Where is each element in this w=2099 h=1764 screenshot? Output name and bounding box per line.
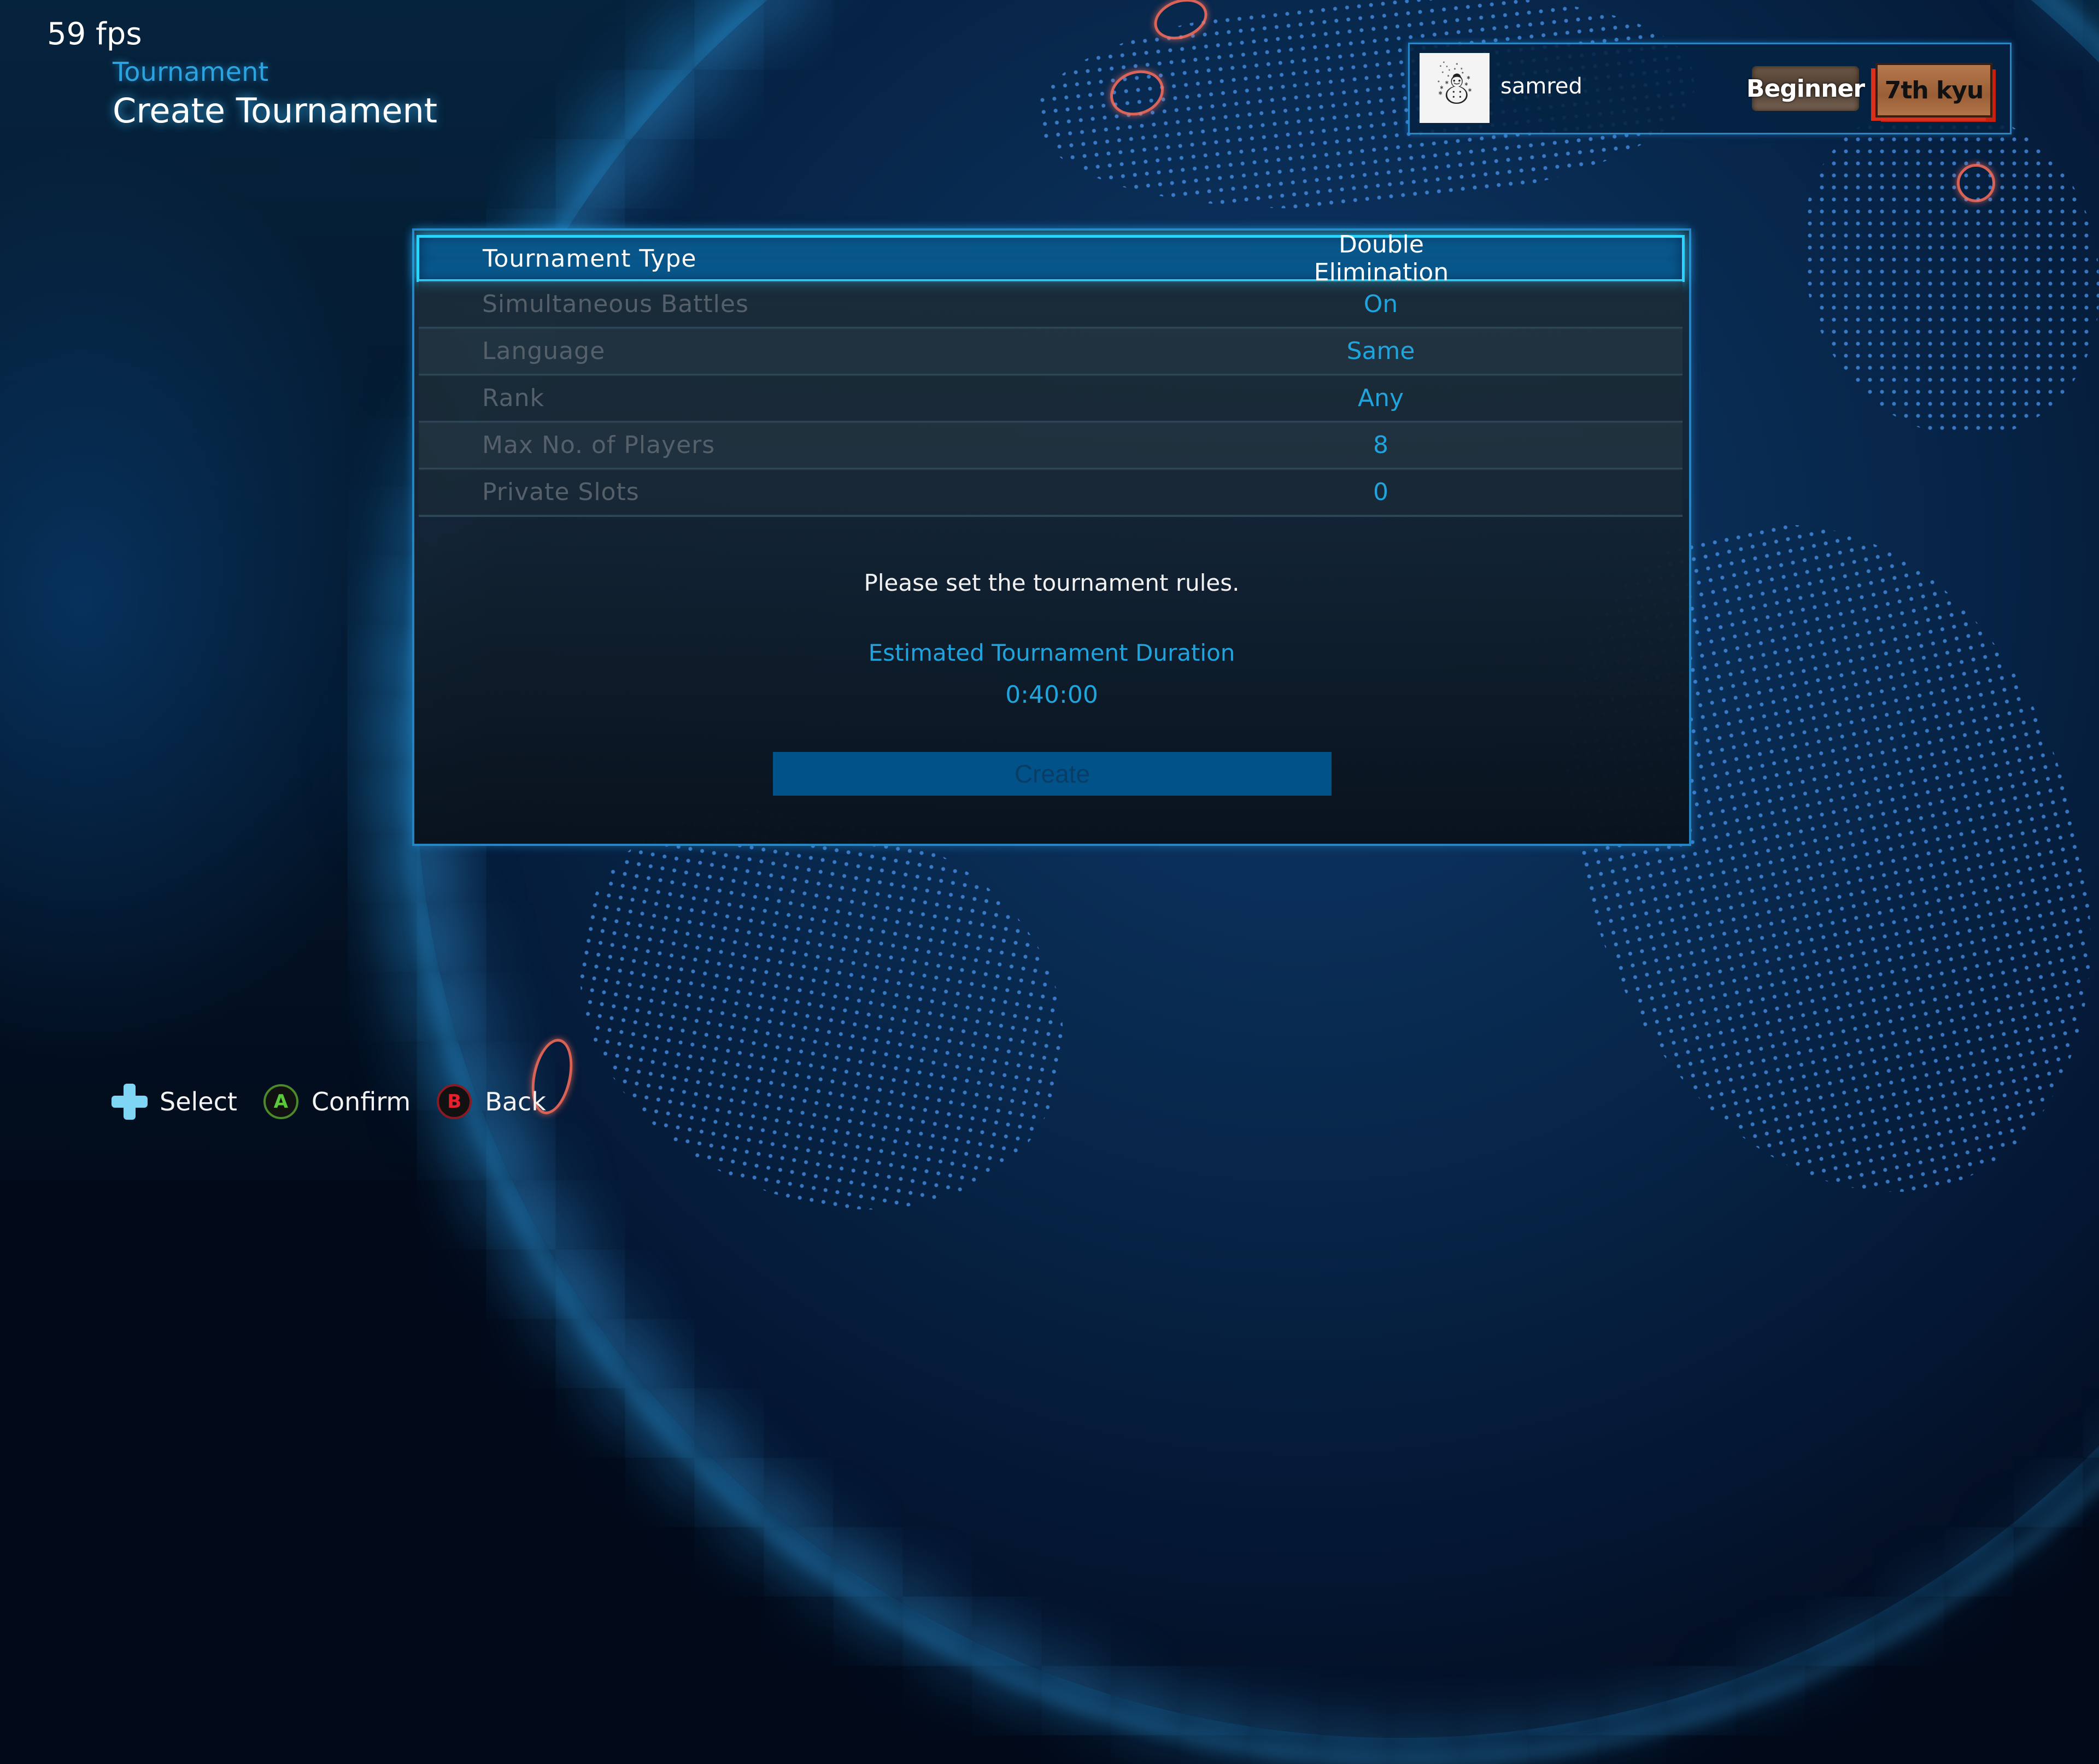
a-button-icon: A <box>263 1084 298 1119</box>
setting-label: Language <box>482 337 606 365</box>
prompt-label: Back <box>485 1087 546 1116</box>
setting-row-max-players[interactable]: Max No. of Players 8 <box>419 422 1682 470</box>
setting-label: Simultaneous Battles <box>482 290 749 318</box>
player-profile-card: ☃ samred Beginner 7th kyu <box>1408 43 2012 134</box>
setting-value: Same <box>1346 337 1415 365</box>
setting-row-language[interactable]: Language Same <box>419 328 1682 376</box>
instruction-message: Please set the tournament rules. <box>864 569 1240 596</box>
prompt-back[interactable]: B Back <box>437 1084 546 1119</box>
estimated-duration-label: Estimated Tournament Duration <box>868 639 1235 666</box>
avatar: ☃ <box>1420 53 1490 123</box>
setting-value: 0 <box>1373 478 1388 506</box>
button-prompts: Select A Confirm B Back <box>112 1082 572 1121</box>
estimated-duration-value: 0:40:00 <box>1005 681 1098 709</box>
setting-label: Max No. of Players <box>482 431 716 459</box>
setting-row-simultaneous-battles[interactable]: Simultaneous Battles On <box>419 281 1682 329</box>
avatar-icon: ☃ <box>1434 61 1475 115</box>
setting-value: 8 <box>1373 431 1388 459</box>
rank-grade-badge: 7th kyu <box>1875 63 1992 117</box>
setting-label: Tournament Type <box>483 244 697 273</box>
prompt-label: Select <box>160 1087 237 1116</box>
setting-value: Double Elimination <box>1314 231 1449 286</box>
prompt-select[interactable]: Select <box>112 1084 237 1120</box>
setting-label: Private Slots <box>482 478 640 506</box>
setting-row-tournament-type[interactable]: Tournament Type Double Elimination <box>417 231 1685 286</box>
setting-label: Rank <box>482 384 544 412</box>
rank-title-badge: Beginner <box>1746 66 1865 111</box>
player-name: samred <box>1500 74 1582 99</box>
setting-value: Any <box>1357 384 1404 412</box>
setting-row-rank[interactable]: Rank Any <box>419 375 1682 423</box>
prompt-confirm[interactable]: A Confirm <box>263 1084 411 1119</box>
setting-value: On <box>1363 290 1398 318</box>
page-title: Create Tournament <box>113 91 438 131</box>
fps-counter: 59 fps <box>47 16 142 52</box>
create-tournament-panel: Tournament Type Double Elimination Simul… <box>412 228 1691 846</box>
dpad-icon <box>112 1084 148 1120</box>
prompt-label: Confirm <box>311 1087 411 1116</box>
create-button[interactable]: Create <box>773 752 1332 796</box>
b-button-icon: B <box>437 1084 472 1119</box>
setting-row-private-slots[interactable]: Private Slots 0 <box>419 469 1682 517</box>
breadcrumb[interactable]: Tournament <box>113 57 268 87</box>
location-marker <box>1957 164 1995 202</box>
